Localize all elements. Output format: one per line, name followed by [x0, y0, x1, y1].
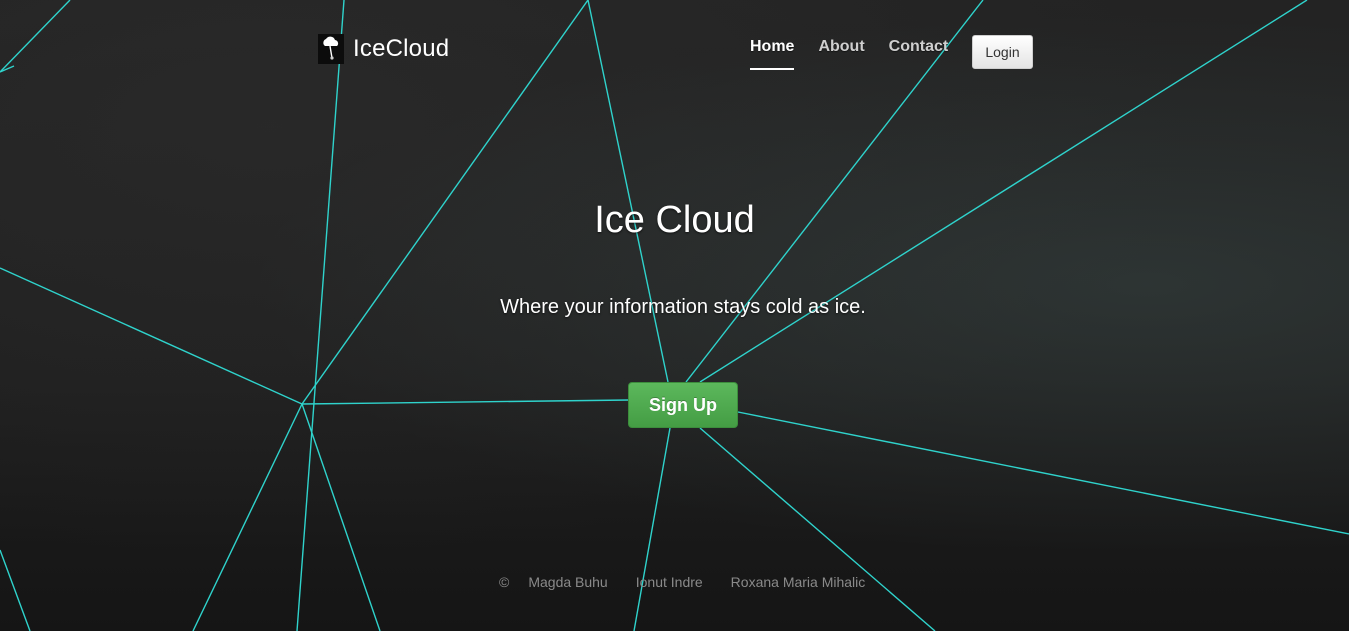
main-nav: Home About Contact — [750, 38, 972, 70]
nav-home[interactable]: Home — [750, 38, 795, 70]
nav-contact[interactable]: Contact — [889, 38, 949, 68]
nav-about[interactable]: About — [818, 38, 864, 68]
landing-page: IceCloud Home About Contact Login Ice Cl… — [0, 0, 1349, 631]
brand-name: IceCloud — [353, 35, 450, 62]
footer-author: Roxana Maria Mihalic — [730, 574, 866, 590]
cloud-icecream-icon — [318, 34, 344, 64]
copyright-symbol: © — [499, 574, 510, 590]
login-button[interactable]: Login — [972, 35, 1033, 69]
brand[interactable]: IceCloud — [318, 33, 449, 65]
footer-author: Ionut Indre — [635, 574, 703, 590]
hero-title: Ice Cloud — [594, 199, 755, 241]
footer: © Magda Buhu Ionut Indre Roxana Maria Mi… — [499, 574, 893, 590]
hero-subtitle: Where your information stays cold as ice… — [500, 296, 866, 318]
signup-button[interactable]: Sign Up — [628, 382, 738, 428]
footer-author: Magda Buhu — [528, 574, 608, 590]
